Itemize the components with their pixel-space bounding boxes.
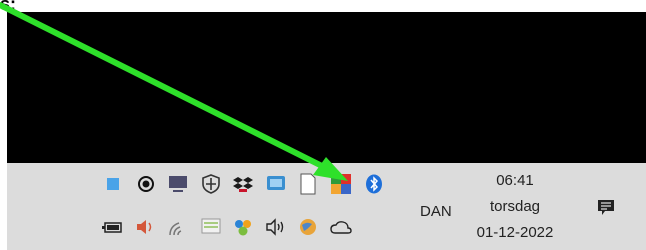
notification-icon[interactable] — [597, 199, 615, 215]
clock-day: torsdag — [489, 198, 541, 215]
language-indicator[interactable]: DAN — [420, 203, 452, 220]
volume-icon[interactable] — [135, 216, 157, 238]
shield-icon[interactable] — [200, 173, 222, 195]
battery-icon[interactable] — [102, 216, 124, 238]
bluetooth-icon[interactable] — [363, 173, 385, 195]
people-icon[interactable] — [232, 216, 254, 238]
colorful-app-icon[interactable] — [330, 173, 352, 195]
record-icon[interactable] — [135, 173, 157, 195]
network-icon[interactable] — [200, 216, 222, 238]
clock[interactable]: 06:41 torsdag 01-12-2022 — [475, 168, 555, 246]
clock-time: 06:41 — [496, 172, 534, 189]
globe-icon[interactable] — [297, 216, 319, 238]
speaker-icon[interactable] — [265, 216, 287, 238]
taskbar[interactable]: DAN 06:41 torsdag 01-12-2022 — [7, 163, 646, 250]
clock-date: 01-12-2022 — [476, 224, 554, 241]
top-strip: s: — [0, 0, 646, 14]
monitor-icon[interactable] — [167, 173, 189, 195]
dropbox-icon[interactable] — [232, 173, 254, 195]
cloud-icon[interactable] — [330, 216, 352, 238]
blue-square-icon[interactable] — [102, 173, 124, 195]
desktop-area — [7, 12, 646, 163]
document-icon[interactable] — [297, 173, 319, 195]
app-icon[interactable] — [265, 173, 287, 195]
wifi-icon[interactable] — [167, 216, 189, 238]
